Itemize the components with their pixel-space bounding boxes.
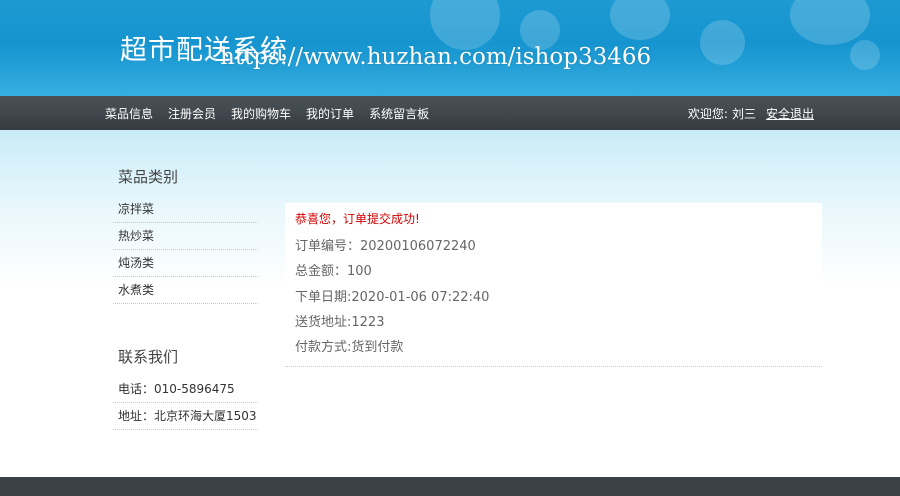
contact-address: 地址：北京环海大厦1503 (113, 404, 258, 430)
nav-item-register[interactable]: 注册会员 (168, 105, 216, 122)
contact-phone: 电话：010-5896475 (113, 377, 258, 403)
order-total: 总金额：100 (295, 264, 372, 279)
watermark-url: https://www.huzhan.com/ishop33466 (220, 44, 652, 70)
splash-decoration (700, 20, 745, 65)
splash-decoration (610, 0, 670, 40)
category-item-cold-dishes[interactable]: 凉拌菜 (113, 197, 258, 223)
welcome-label: 欢迎您: (687, 106, 728, 121)
nav-item-cart[interactable]: 我的购物车 (231, 105, 291, 122)
user-area: 欢迎您: 刘三 安全退出 (688, 96, 814, 130)
nav-item-orders[interactable]: 我的订单 (306, 105, 354, 122)
contact-heading: 联系我们 (118, 348, 179, 366)
logout-link[interactable]: 安全退出 (766, 105, 814, 122)
splash-decoration (790, 0, 870, 45)
nav-item-dishes[interactable]: 菜品信息 (105, 105, 153, 122)
order-success-message: 恭喜您，订单提交成功! (295, 212, 420, 226)
order-date: 下单日期:2020-01-06 07:22:40 (295, 290, 490, 305)
category-item-stir-fry[interactable]: 热炒菜 (113, 224, 258, 250)
site-footer (0, 477, 900, 496)
nav-item-message-board[interactable]: 系统留言板 (369, 105, 429, 122)
site-header: 超市配送系统 https://www.huzhan.com/ishop33466 (0, 0, 900, 96)
order-number: 订单编号：20200106072240 (295, 239, 476, 254)
delivery-address: 送货地址:1223 (295, 315, 385, 330)
username: 刘三 (731, 106, 756, 121)
categories-heading: 菜品类别 (118, 168, 179, 186)
splash-decoration (850, 40, 880, 70)
top-nav: 菜品信息 注册会员 我的购物车 我的订单 系统留言板 欢迎您: 刘三 安全退出 (0, 96, 900, 130)
splash-decoration (430, 0, 500, 50)
category-item-boiled[interactable]: 水煮类 (113, 278, 258, 304)
nav-links: 菜品信息 注册会员 我的购物车 我的订单 系统留言板 (105, 96, 444, 130)
category-item-soups[interactable]: 炖汤类 (113, 251, 258, 277)
payment-method: 付款方式:货到付款 (295, 340, 404, 355)
order-confirmation-panel: 恭喜您，订单提交成功! 订单编号：20200106072240 总金额：100 … (285, 203, 822, 367)
